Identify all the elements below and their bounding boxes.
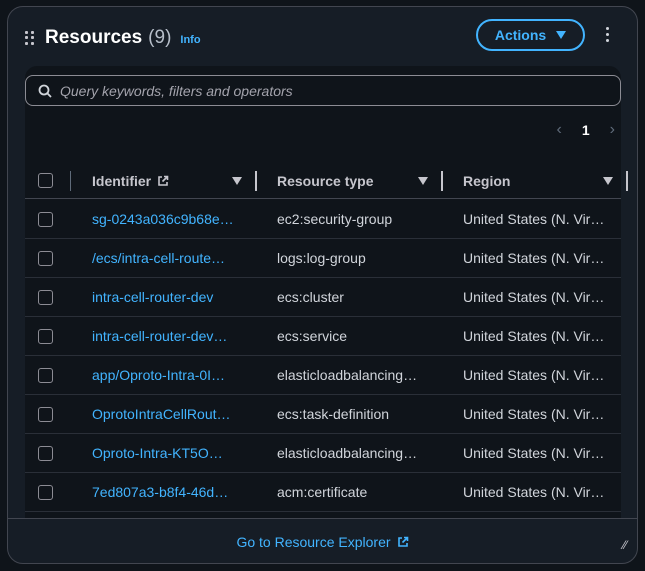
widget-title: Resources — [45, 27, 143, 48]
region: United States (N. Vir… — [463, 211, 605, 227]
table-row: app/Oproto-Intra-0I… elasticloadbalancin… — [25, 356, 621, 395]
prev-page-icon[interactable]: ‹ — [557, 121, 562, 139]
region: United States (N. Vir… — [463, 484, 605, 500]
select-all-checkbox[interactable] — [38, 173, 53, 188]
row-checkbox[interactable] — [38, 211, 53, 227]
resource-type: ec2:security-group — [277, 211, 393, 227]
resources-widget: Resources (9) Info Actions Query keyword… — [7, 6, 638, 564]
sort-icon[interactable] — [603, 176, 613, 185]
table-row: OprotoIntraCellRout… ecs:task-definition… — [25, 395, 621, 434]
search-icon — [38, 84, 52, 98]
column-label: Identifier — [92, 172, 152, 189]
identifier-link[interactable]: 7ed807a3-b8f4-46d… — [92, 484, 240, 500]
row-checkbox[interactable] — [38, 406, 53, 422]
search-placeholder: Query keywords, filters and operators — [60, 82, 293, 99]
resource-type: elasticloadbalancing… — [277, 367, 418, 383]
column-region[interactable]: Region — [463, 173, 510, 189]
actions-label: Actions — [494, 27, 547, 43]
column-label: Resource type — [277, 172, 374, 189]
table-row: Oproto-Intra-KT5O… elasticloadbalancing…… — [25, 434, 621, 473]
resources-table: Query keywords, filters and operators ‹ … — [25, 66, 628, 518]
identifier-link[interactable]: Oproto-Intra-KT5O… — [92, 445, 240, 461]
table-row: /ecs/intra-cell-route… logs:log-group Un… — [25, 239, 621, 278]
sort-icon[interactable] — [418, 176, 428, 185]
column-resizer[interactable] — [626, 170, 628, 191]
region: United States (N. Vir… — [463, 250, 605, 266]
column-identifier[interactable]: Identifier — [92, 173, 169, 189]
table-header: Identifier Resource type Region — [25, 163, 628, 199]
external-link-icon — [397, 536, 408, 547]
identifier-link[interactable]: app/Oproto-Intra-0I… — [92, 367, 240, 383]
table-row: intra-cell-router-dev… ecs:service Unite… — [25, 317, 621, 356]
identifier-link[interactable]: sg-0243a036c9b68e… — [92, 211, 240, 227]
info-link[interactable]: Info — [180, 34, 200, 46]
page-number[interactable]: 1 — [582, 122, 590, 138]
resource-type: logs:log-group — [277, 250, 366, 266]
resource-explorer-link[interactable]: Go to Resource Explorer — [236, 534, 408, 550]
column-resizer[interactable] — [441, 170, 443, 191]
column-label: Region — [463, 172, 511, 189]
identifier-link[interactable]: intra-cell-router-dev… — [92, 328, 240, 344]
caret-down-icon — [556, 31, 567, 39]
resource-type: ecs:service — [277, 328, 348, 344]
region: United States (N. Vir… — [463, 367, 605, 383]
widget-header: Resources (9) Info — [25, 27, 201, 49]
widget-footer: Go to Resource Explorer ⁄⁄ — [8, 518, 637, 564]
search-input[interactable]: Query keywords, filters and operators — [25, 75, 621, 106]
row-checkbox[interactable] — [38, 445, 53, 461]
region: United States (N. Vir… — [463, 328, 605, 344]
row-checkbox[interactable] — [38, 367, 53, 383]
resource-type: ecs:task-definition — [277, 406, 390, 422]
table-row: intra-cell-router-dev ecs:cluster United… — [25, 278, 621, 317]
actions-button[interactable]: Actions — [476, 19, 585, 51]
table-row: sg-0243a036c9b68e… ec2:security-group Un… — [25, 200, 621, 239]
divider — [70, 170, 71, 191]
row-checkbox[interactable] — [38, 289, 53, 305]
row-checkbox[interactable] — [38, 484, 53, 500]
identifier-link[interactable]: OprotoIntraCellRout… — [92, 406, 240, 422]
row-checkbox[interactable] — [38, 328, 53, 344]
region: United States (N. Vir… — [463, 406, 605, 422]
region: United States (N. Vir… — [463, 445, 605, 461]
resource-type: acm:certificate — [277, 484, 368, 500]
sort-icon[interactable] — [232, 176, 242, 185]
external-link-icon — [158, 175, 169, 186]
identifier-link[interactable]: /ecs/intra-cell-route… — [92, 250, 240, 266]
table-row: 7ed807a3-b8f4-46d… acm:certificate Unite… — [25, 473, 621, 512]
resource-count: (9) — [148, 27, 172, 48]
resource-type: ecs:cluster — [277, 289, 344, 305]
drag-handle-icon[interactable] — [25, 31, 35, 45]
pagination: ‹ 1 › — [557, 121, 615, 139]
more-options-icon[interactable] — [606, 27, 609, 42]
next-page-icon[interactable]: › — [610, 121, 615, 139]
region: United States (N. Vir… — [463, 289, 605, 305]
resource-type: elasticloadbalancing… — [277, 445, 418, 461]
column-resizer[interactable] — [255, 170, 257, 191]
link-label: Go to Resource Explorer — [236, 533, 391, 550]
column-resource-type[interactable]: Resource type — [277, 173, 373, 189]
identifier-link[interactable]: intra-cell-router-dev — [92, 289, 240, 305]
resize-handle-icon[interactable]: ⁄⁄ — [623, 538, 627, 552]
row-checkbox[interactable] — [38, 250, 53, 266]
